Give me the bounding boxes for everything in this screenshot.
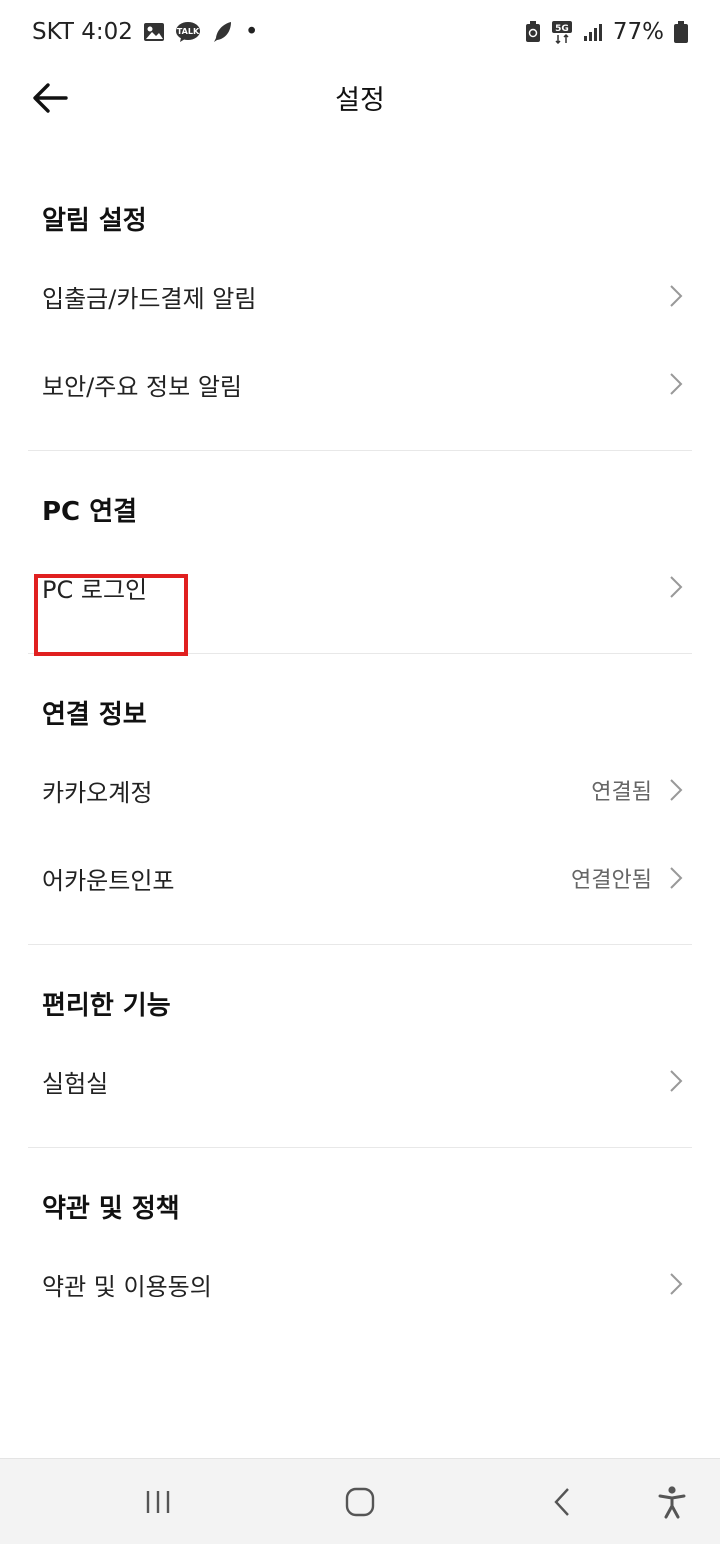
row-label: 카카오계정 bbox=[42, 778, 153, 807]
row-security-alerts[interactable]: 보안/주요 정보 알림 bbox=[0, 340, 720, 428]
page-title: 설정 bbox=[335, 85, 385, 116]
row-label: 약관 및 이용동의 bbox=[42, 1272, 212, 1301]
battery-icon bbox=[674, 21, 688, 43]
accessibility-button[interactable] bbox=[648, 1479, 696, 1525]
row-kakao-account[interactable]: 카카오계정 연결됨 bbox=[0, 746, 720, 834]
section-connection-info: 연결 정보 카카오계정 연결됨 어카운트인포 연결안됨 bbox=[0, 654, 720, 945]
carrier-time: SKT 4:02 bbox=[32, 19, 133, 45]
chevron-right-icon bbox=[670, 779, 683, 801]
accessibility-icon bbox=[658, 1486, 686, 1519]
section-title: 연결 정보 bbox=[42, 700, 147, 730]
app-bar: 설정 bbox=[0, 64, 720, 132]
row-terms-consent[interactable]: 약관 및 이용동의 bbox=[0, 1240, 720, 1328]
notification-dot: • bbox=[244, 19, 259, 45]
section-terms-policies: 약관 및 정책 약관 및 이용동의 bbox=[0, 1148, 720, 1328]
settings-list: 알림 설정 입출금/카드결제 알림 보안/주요 정보 알림 PC 연결 PC 로… bbox=[0, 160, 720, 1328]
kakaotalk-icon: TALK bbox=[175, 21, 201, 43]
row-lab[interactable]: 실험실 bbox=[0, 1037, 720, 1125]
battery-percent: 77% bbox=[612, 19, 664, 45]
row-status: 연결됨 bbox=[591, 780, 652, 805]
signal-icon bbox=[583, 22, 603, 42]
battery-saver-icon bbox=[525, 21, 541, 43]
row-label: PC 로그인 bbox=[42, 575, 148, 604]
section-title: 편리한 기능 bbox=[42, 991, 171, 1021]
recent-apps-button[interactable] bbox=[134, 1479, 182, 1525]
section-notifications: 알림 설정 입출금/카드결제 알림 보안/주요 정보 알림 bbox=[0, 160, 720, 451]
back-icon bbox=[554, 1488, 569, 1516]
section-title: PC 연결 bbox=[42, 497, 138, 527]
svg-text:TALK: TALK bbox=[177, 27, 200, 36]
chevron-right-icon bbox=[670, 285, 683, 307]
row-label: 입출금/카드결제 알림 bbox=[42, 284, 257, 313]
row-pc-login[interactable]: PC 로그인 bbox=[0, 543, 720, 631]
status-right: 5G 77% bbox=[525, 19, 688, 45]
chevron-right-icon bbox=[670, 1070, 683, 1092]
row-transaction-alerts[interactable]: 입출금/카드결제 알림 bbox=[0, 252, 720, 340]
section-title: 약관 및 정책 bbox=[42, 1194, 180, 1224]
home-icon bbox=[345, 1487, 375, 1517]
back-nav-button[interactable] bbox=[538, 1479, 586, 1525]
section-pc-connection: PC 연결 PC 로그인 bbox=[0, 451, 720, 654]
chevron-right-icon bbox=[670, 867, 683, 889]
chevron-right-icon bbox=[670, 1273, 683, 1295]
svg-text:5G: 5G bbox=[555, 24, 569, 34]
status-bar: SKT 4:02 TALK • 5G 77% bbox=[0, 0, 720, 64]
navigation-bar bbox=[0, 1458, 720, 1544]
recent-apps-icon bbox=[146, 1491, 170, 1513]
chevron-right-icon bbox=[670, 576, 683, 598]
home-button[interactable] bbox=[336, 1479, 384, 1525]
row-label: 실험실 bbox=[42, 1069, 109, 1098]
section-convenient-features: 편리한 기능 실험실 bbox=[0, 945, 720, 1148]
row-label: 어카운트인포 bbox=[42, 866, 175, 895]
status-left: SKT 4:02 TALK • bbox=[32, 19, 258, 45]
feather-icon bbox=[211, 20, 235, 44]
row-account-info[interactable]: 어카운트인포 연결안됨 bbox=[0, 834, 720, 922]
chevron-right-icon bbox=[670, 373, 683, 395]
gallery-icon bbox=[143, 22, 165, 42]
row-status: 연결안됨 bbox=[571, 868, 652, 893]
5g-icon: 5G bbox=[551, 20, 573, 44]
section-title: 알림 설정 bbox=[42, 206, 147, 236]
row-label: 보안/주요 정보 알림 bbox=[42, 372, 242, 401]
